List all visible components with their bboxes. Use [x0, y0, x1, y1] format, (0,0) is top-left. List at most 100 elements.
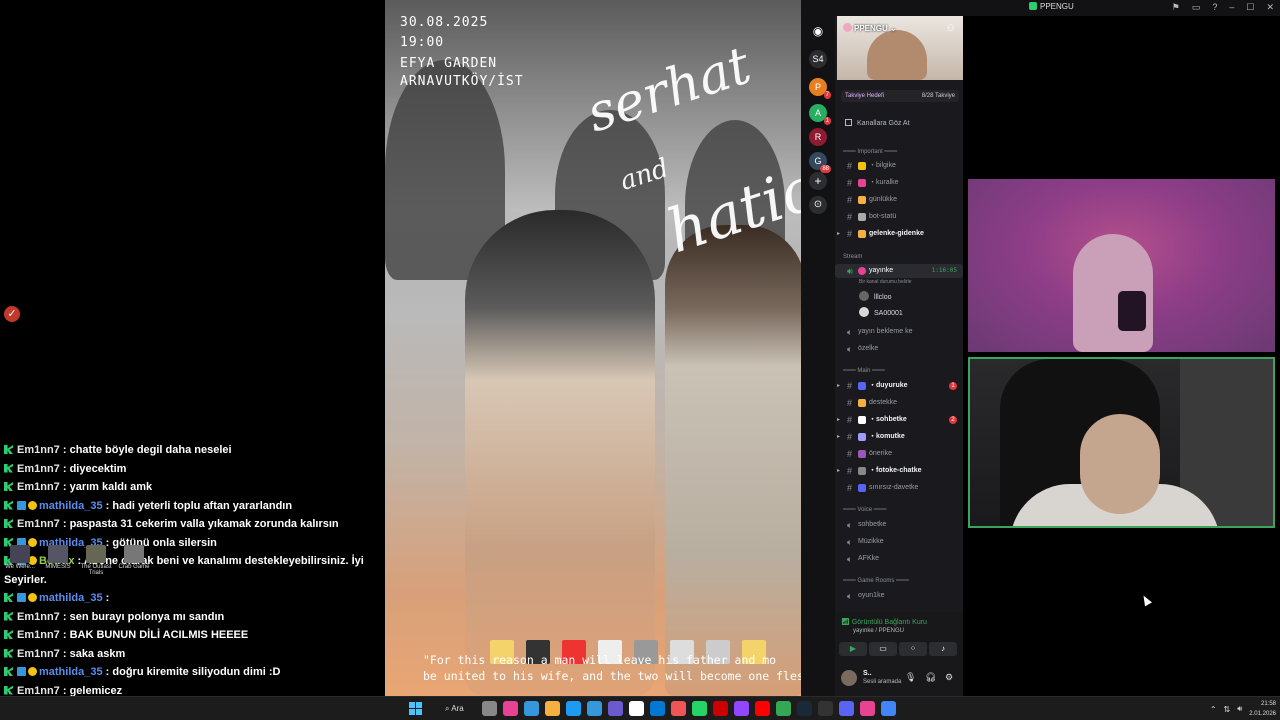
pin-icon[interactable]: ⚑	[1172, 2, 1180, 13]
headphones-icon[interactable]: 🎧︎	[925, 672, 936, 683]
taskbar-app-icon[interactable]	[881, 701, 896, 716]
inbox-icon[interactable]: ▭	[1192, 2, 1201, 13]
user-name[interactable]: S..	[863, 670, 872, 677]
voice-channel[interactable]: 🔈︎ özelke	[835, 342, 963, 356]
help-icon[interactable]: ?	[1212, 2, 1217, 13]
server-icon[interactable]: R	[809, 128, 827, 146]
taskbar-app-icon[interactable]	[629, 701, 644, 716]
voice-channel[interactable]: 🔈︎ AFKke	[835, 552, 963, 566]
discord-home-icon[interactable]: ◉	[809, 22, 827, 40]
taskbar-app-icon[interactable]	[692, 701, 707, 716]
category-important[interactable]: ═══ Important ═══	[843, 149, 897, 155]
server-icon[interactable]: G 88	[809, 152, 831, 173]
microphone-icon[interactable]: 🎙︎	[905, 672, 916, 683]
browse-channels[interactable]: Kanallara Göz At	[845, 119, 910, 127]
taskbar-app-icon[interactable]	[776, 701, 791, 716]
taskbar-app-icon[interactable]	[545, 701, 560, 716]
clock[interactable]: 21:58 2.01.2026	[1249, 699, 1276, 719]
text-channel[interactable]: # önerike	[835, 447, 963, 461]
text-channel[interactable]: ▸ # ・duyuruke 1	[835, 379, 963, 393]
desktop-game-shortcut[interactable]: We Were...	[0, 545, 40, 570]
taskbar-search[interactable]: ⌕ Ara	[437, 700, 477, 718]
chat-username[interactable]: Em1nn7	[17, 685, 60, 697]
avatar	[859, 291, 869, 301]
taskbar-app-icon[interactable]	[650, 701, 665, 716]
webcam-feed-2[interactable]	[968, 357, 1275, 528]
desktop-game-shortcut[interactable]: Crab Game	[114, 545, 154, 570]
chat-username[interactable]: Em1nn7	[17, 611, 60, 623]
webcam-feed-1[interactable]	[968, 179, 1275, 352]
taskbar-app-icon[interactable]	[566, 701, 581, 716]
soundboard-button[interactable]: ♪	[929, 642, 957, 656]
category-stream[interactable]: Stream	[843, 254, 862, 260]
voice-channel[interactable]: 🔈︎ sohbetke	[835, 518, 963, 532]
taskbar-app-icon[interactable]	[734, 701, 749, 716]
webcam-thumbnail[interactable]	[836, 16, 962, 80]
taskbar-app-icon[interactable]	[755, 701, 770, 716]
voice-channel[interactable]: 🔈︎ yayın bekleme ke	[835, 325, 963, 339]
text-channel[interactable]: # sınırsız-davetke	[835, 481, 963, 495]
text-channel[interactable]: ▸ # gelenke-gidenke	[835, 227, 963, 241]
category-voice[interactable]: ═══ Voice ═══	[843, 507, 887, 513]
text-channel[interactable]: ▸ # ・sohbetke 2	[835, 413, 963, 427]
text-channel[interactable]: # ・kuralke	[835, 176, 963, 190]
boost-goal-bar[interactable]: Takviye Hedefi 8/28 Takviye	[841, 90, 959, 102]
text-channel[interactable]: # destekke	[835, 396, 963, 410]
chat-username[interactable]: mathilda_35	[39, 592, 103, 604]
voice-channel-yayinke[interactable]: 🔊︎ yayınke 1:16:05	[835, 264, 963, 278]
desktop-game-shortcut[interactable]: The Outlast Trials	[76, 545, 116, 576]
taskbar-app-icon[interactable]	[482, 701, 497, 716]
taskbar-app-icon[interactable]	[524, 701, 539, 716]
voice-connection-status[interactable]: 📶︎ Görüntülü Bağlantı Kuru	[841, 618, 927, 626]
windows-start-icon[interactable]	[409, 702, 423, 716]
category-games[interactable]: ═══ Game Rooms ═══	[843, 578, 909, 584]
taskbar-app-icon[interactable]	[818, 701, 833, 716]
server-icon[interactable]: P7	[809, 78, 831, 99]
chat-username[interactable]: Em1nn7	[17, 629, 60, 641]
chat-username[interactable]: Em1nn7	[17, 648, 60, 660]
voice-channel-path[interactable]: yayınke / PPENGU	[853, 628, 904, 634]
text-channel[interactable]: # ・bilgike	[835, 159, 963, 173]
voice-user[interactable]: SA00001	[859, 307, 903, 319]
taskbar-app-icon[interactable]	[839, 701, 854, 716]
app-shortcut-icon[interactable]: ✓	[4, 306, 20, 322]
text-channel[interactable]: # günlükke	[835, 193, 963, 207]
taskbar-app-icon[interactable]	[608, 701, 623, 716]
network-icon[interactable]: ⇅	[1224, 705, 1231, 714]
taskbar-app-icon[interactable]	[797, 701, 812, 716]
chat-username[interactable]: Em1nn7	[17, 481, 60, 493]
voice-channel[interactable]: 🔈︎ oyun1ke	[835, 589, 963, 603]
taskbar-app-icon[interactable]	[587, 701, 602, 716]
add-server-icon[interactable]: +	[809, 172, 827, 190]
server-icon[interactable]: A1	[809, 104, 831, 125]
avatar[interactable]	[841, 670, 857, 686]
minimize-button[interactable]: –	[1229, 2, 1234, 13]
chevron-up-icon[interactable]: ⌃	[1210, 705, 1217, 714]
text-channel[interactable]: ▸ # ・fotoke-chatke	[835, 464, 963, 478]
voice-channel[interactable]: 🔈︎ Müzikke	[835, 535, 963, 549]
voice-user[interactable]: lllcloo	[859, 291, 892, 303]
volume-icon[interactable]: 🔊︎	[1237, 704, 1242, 714]
chat-username[interactable]: Em1nn7	[17, 444, 60, 456]
taskbar-app-icon[interactable]	[671, 701, 686, 716]
close-button[interactable]: ✕	[1266, 2, 1274, 13]
settings-gear-icon[interactable]: ⚙	[945, 672, 953, 683]
chat-username[interactable]: Em1nn7	[17, 518, 60, 530]
activities-button[interactable]: ⁘	[899, 642, 927, 656]
desktop-game-shortcut[interactable]: MIMESIS	[38, 545, 78, 570]
text-channel[interactable]: ▸ # ・komutke	[835, 430, 963, 444]
chat-username[interactable]: mathilda_35	[39, 666, 103, 678]
maximize-button[interactable]: ☐	[1246, 2, 1254, 13]
taskbar-app-icon[interactable]	[503, 701, 518, 716]
category-main[interactable]: ═══ Main ═══	[843, 368, 885, 374]
server-icon[interactable]: S4	[809, 50, 827, 68]
chat-username[interactable]: mathilda_35	[39, 500, 103, 512]
taskbar-app-icon[interactable]	[713, 701, 728, 716]
chat-username[interactable]: Em1nn7	[17, 463, 60, 475]
explore-icon[interactable]: ⊙	[809, 196, 827, 214]
taskbar-app-icon[interactable]	[860, 701, 875, 716]
screen-share-button[interactable]: ▭	[869, 642, 897, 656]
voice-channel-status[interactable]: Bir kanal durumu belirle	[859, 279, 912, 285]
text-channel[interactable]: # bot-statü	[835, 210, 963, 224]
camera-button[interactable]: ▶	[839, 642, 867, 656]
